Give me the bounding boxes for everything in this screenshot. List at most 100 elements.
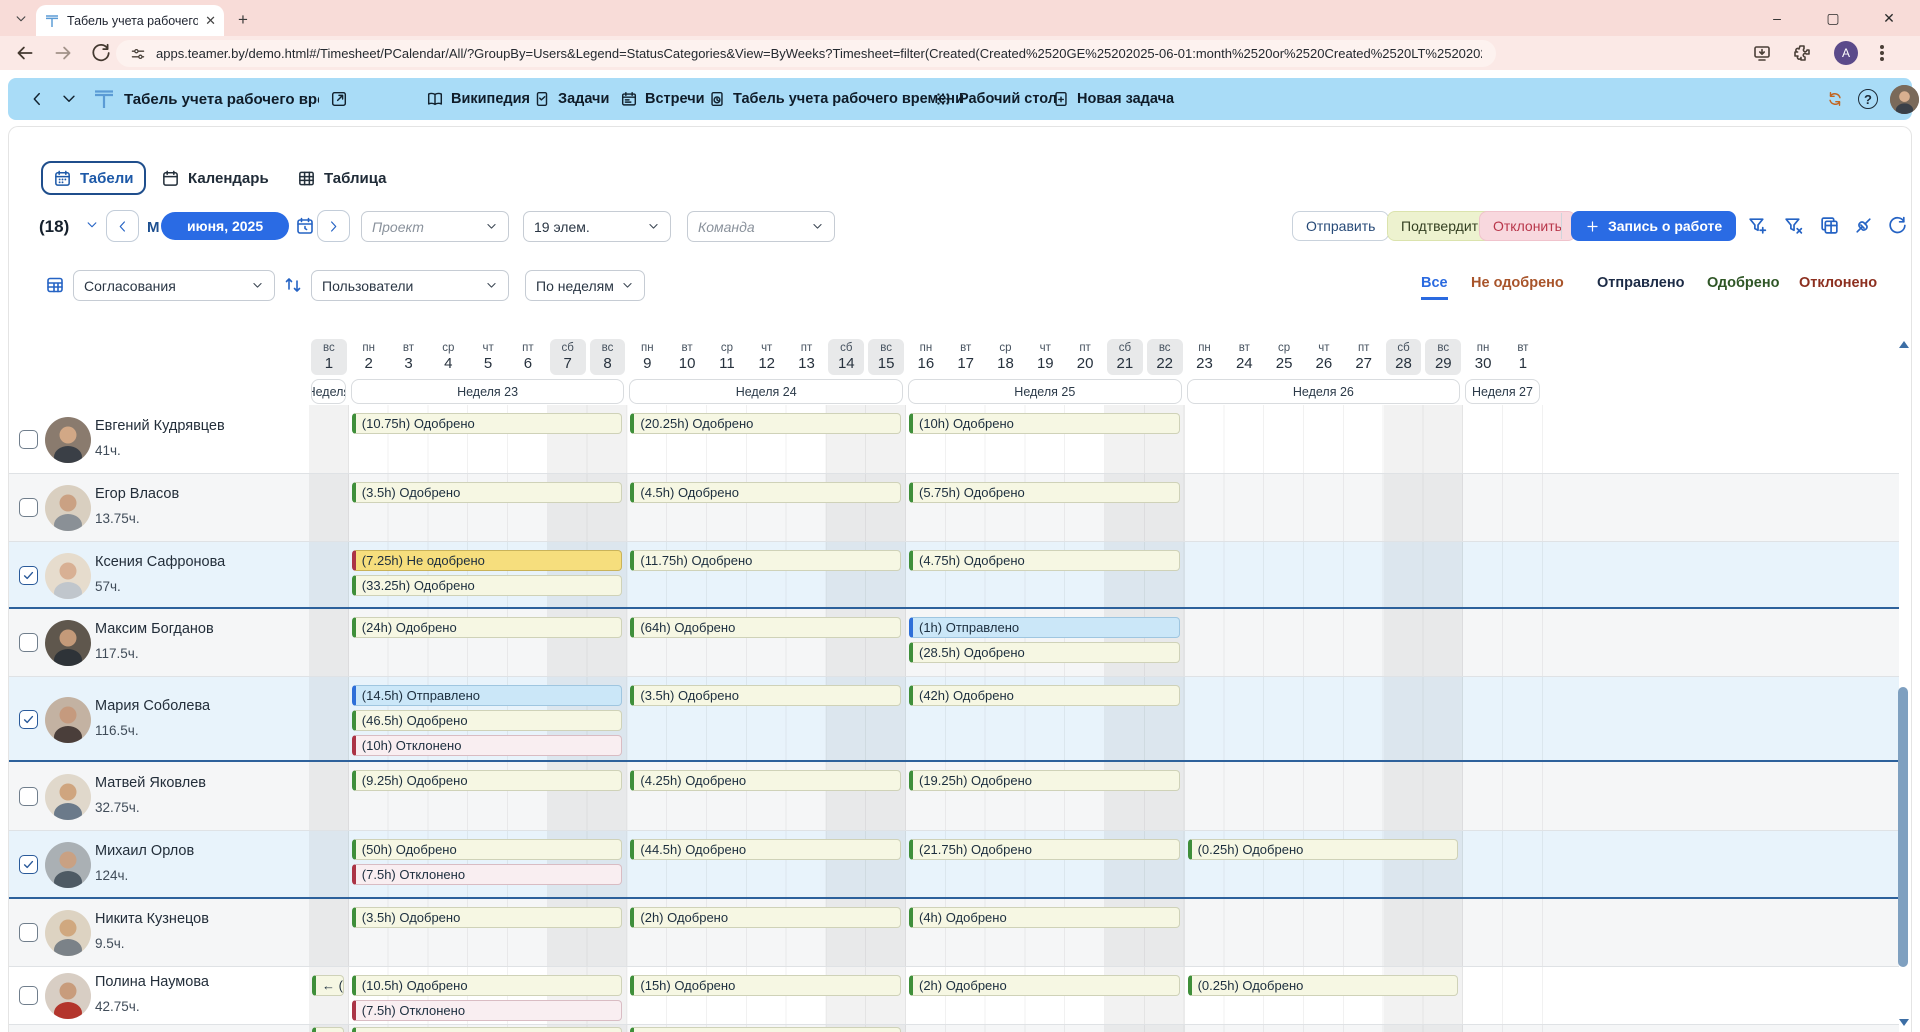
prev-month-button[interactable] [106,210,139,242]
timesheet-bar-approved[interactable]: (11.75h) Одобрено [630,550,901,571]
row-checkbox[interactable] [19,430,38,449]
clear-filter-icon[interactable] [1783,215,1804,236]
integration-icon[interactable] [1853,215,1874,236]
timesheet-bar-approved[interactable] [312,1027,344,1032]
row-checkbox[interactable] [19,710,38,729]
legend-1[interactable]: Все [1421,275,1448,300]
timesheet-bar-approved[interactable]: (46.5h) Одобрено [352,710,623,731]
legend-4[interactable]: Одобрено [1707,275,1779,297]
window-maximize-button[interactable]: ▢ [1808,0,1858,36]
timesheet-bar-approved[interactable]: (4.75h) Одобрено [909,550,1180,571]
add-work-record-button[interactable]: Запись о работе [1571,211,1736,241]
app-back-button[interactable] [28,78,46,120]
open-in-new-icon[interactable] [330,78,348,120]
board-icon[interactable] [45,275,65,295]
timesheet-bar-approved[interactable]: (9.25h) Одобрено [352,770,623,791]
timesheet-bar-approved[interactable]: (3.5h) Одобрено [352,482,623,503]
refresh-icon[interactable] [1887,215,1908,236]
window-close-button[interactable]: ✕ [1864,0,1914,36]
row-checkbox[interactable] [19,566,38,585]
timesheet-bar-approved[interactable]: ← (7. [312,975,344,996]
legend-2[interactable]: Не одобрено [1471,275,1564,297]
tab-табели[interactable]: Табели [41,161,146,195]
timesheet-bar-approved[interactable]: (24h) Одобрено [352,617,623,638]
legend-3[interactable]: Отправлено [1597,275,1684,297]
new-tab-button[interactable]: + [238,10,248,30]
table-row[interactable]: Михаил Орлов124ч.(50h) Одобрено(7.5h) От… [9,831,1899,899]
swap-icon[interactable] [283,275,303,295]
timesheet-bar-sent[interactable]: (1h) Отправлено [909,617,1180,638]
menu-item-3[interactable]: Встречи [620,78,705,120]
timesheet-bar-approved[interactable]: (4.5h) Одобрено [630,482,901,503]
menu-item-2[interactable]: Задачи [533,78,609,120]
timesheet-bar-approved[interactable]: (50h) Одобрено [352,839,623,860]
install-icon[interactable] [1752,43,1772,63]
user-avatar[interactable] [1890,78,1919,120]
timesheet-bar-approved[interactable]: (44.5h) Одобрено [630,839,901,860]
copy-icon[interactable] [1819,215,1840,236]
timesheet-bar-approved[interactable]: (5.75h) Одобрено [909,482,1180,503]
app-history-dropdown[interactable] [60,78,78,120]
timesheet-bar-approved[interactable]: (10h) Одобрено [909,413,1180,434]
count-dropdown-icon[interactable] [85,218,99,232]
timesheet-bar-rejected[interactable]: (7.5h) Отклонено [352,1000,623,1021]
tab-search-icon[interactable] [10,8,32,30]
legend-5[interactable]: Отклонено [1799,275,1877,297]
menu-item-6[interactable]: Новая задача [1052,78,1174,120]
app-logo-icon[interactable] [92,78,116,120]
timesheet-bar-rejected[interactable]: (10h) Отклонено [352,735,623,756]
timesheet-bar-approved[interactable]: (2h) Одобрено [909,975,1180,996]
forward-button[interactable] [52,42,74,64]
refresh-icon[interactable] [1887,215,1908,236]
integration-icon[interactable] [1853,215,1874,236]
browser-tab[interactable]: Табель учета рабочего време... ✕ [36,5,224,36]
timesheet-bar-approved[interactable]: (10.75h) Одобрено [352,413,623,434]
timesheet-bar-approved[interactable]: (64h) Одобрено [630,617,901,638]
project-select[interactable]: Проект [361,211,509,242]
timesheet-bar-approved[interactable] [630,1027,901,1032]
table-row[interactable]: Ксения Сафронова57ч.(7.25h) Не одобрено(… [9,542,1899,609]
menu-item-5[interactable]: Рабочий стол [934,78,1057,120]
timesheet-bar-approved[interactable]: (0.25h) Одобрено [1188,975,1459,996]
copy-icon[interactable] [1819,215,1840,236]
timesheet-bar-approved[interactable]: (2h) Одобрено [630,907,901,928]
table-row[interactable]: Евгений Кудрявцев41ч.(10.75h) Одобрено(2… [9,405,1899,474]
timesheet-bar-approved[interactable] [352,1027,623,1032]
send-button[interactable]: Отправить [1292,211,1389,241]
calendar-picker-icon[interactable] [295,216,315,236]
approvals-select[interactable]: Согласования [73,270,275,301]
timesheet-bar-approved[interactable]: (4h) Одобрено [909,907,1180,928]
row-checkbox[interactable] [19,498,38,517]
window-minimize-button[interactable]: – [1752,0,1802,36]
timesheet-bar-sent[interactable]: (14.5h) Отправлено [352,685,623,706]
items-select[interactable]: 19 элем. [523,211,671,242]
table-row[interactable]: Полина Наумова42.75ч.← (7.(10.5h) Одобре… [9,967,1899,1025]
timesheet-bar-approved[interactable]: (28.5h) Одобрено [909,642,1180,663]
tab-календарь[interactable]: Календарь [151,161,279,195]
tab-таблица[interactable]: Таблица [287,161,397,195]
browser-profile-avatar[interactable]: A [1834,41,1858,65]
timesheet-bar-approved[interactable]: (20.25h) Одобрено [630,413,901,434]
timesheet-bar-approved[interactable]: (0.25h) Одобрено [1188,839,1459,860]
timesheet-bar-approved[interactable]: (3.5h) Одобрено [352,907,623,928]
row-checkbox[interactable] [19,855,38,874]
scrollbar-thumb[interactable] [1898,687,1908,967]
row-checkbox[interactable] [19,787,38,806]
timesheet-bar-approved[interactable]: (19.25h) Одобрено [909,770,1180,791]
add-filter-icon[interactable] [1747,215,1768,236]
timesheet-bar-unapproved[interactable]: (7.25h) Не одобрено [352,550,623,571]
timesheet-bar-approved[interactable]: (3.5h) Одобрено [630,685,901,706]
table-row[interactable]: Никита Кузнецов9.5ч.(3.5h) Одобрено(2h) … [9,899,1899,967]
menu-item-1[interactable]: Википедия [426,78,530,120]
table-row[interactable]: Мария Соболева116.5ч.(14.5h) Отправлено(… [9,677,1899,762]
site-settings-icon[interactable] [130,46,146,62]
menu-item-4[interactable]: Табель учета рабочего времени [708,78,964,120]
address-bar[interactable]: apps.teamer.by/demo.html#/Timesheet/PCal… [116,40,1496,67]
browser-menu-icon[interactable] [1872,43,1892,63]
table-row[interactable]: Егор Власов13.75ч.(3.5h) Одобрено(4.5h) … [9,474,1899,542]
timesheet-bar-approved[interactable]: (33.25h) Одобрено [352,575,623,596]
groupby-select[interactable]: Пользователи [311,270,509,301]
table-row[interactable]: Максим Богданов117.5ч.(24h) Одобрено(64h… [9,609,1899,677]
back-button[interactable] [14,42,36,64]
row-checkbox[interactable] [19,923,38,942]
